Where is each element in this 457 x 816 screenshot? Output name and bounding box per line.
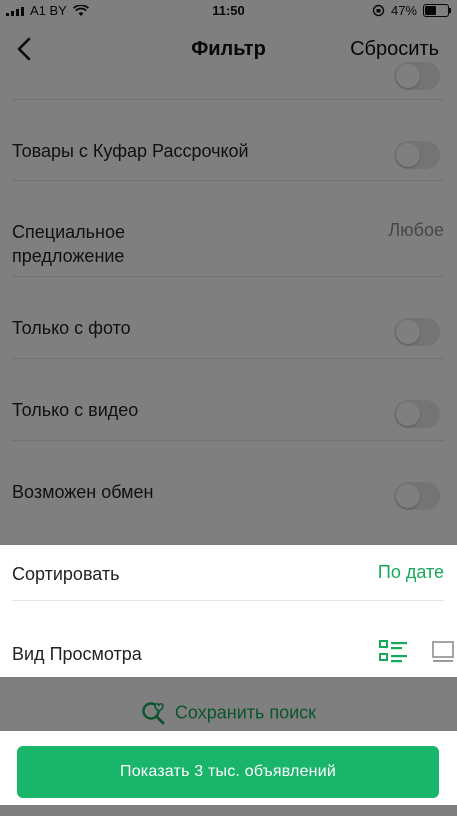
back-button[interactable] <box>10 34 40 64</box>
list-icon[interactable] <box>379 640 409 664</box>
special-offer-value: Любое <box>388 220 444 240</box>
photo-only-toggle[interactable] <box>394 318 440 346</box>
chevron-left-icon <box>17 37 31 61</box>
video-only-row[interactable]: Только с видео <box>12 398 444 428</box>
orientation-lock-icon <box>372 4 385 17</box>
status-bar: A1 BY 11:50 47% <box>0 0 457 22</box>
save-search-label: Сохранить поиск <box>174 702 317 723</box>
view-mode-switcher <box>379 640 455 664</box>
installment-row[interactable]: Товары с Куфар Рассрочкой <box>12 139 444 169</box>
search-heart-icon <box>142 702 165 725</box>
dim-overlay-top <box>0 0 457 545</box>
photo-only-row[interactable]: Только с фото <box>12 316 444 346</box>
video-only-toggle[interactable] <box>394 400 440 428</box>
partial-toggle[interactable] <box>394 62 440 90</box>
exchange-label: Возможен обмен <box>12 482 154 502</box>
dim-overlay-bottom <box>0 805 457 816</box>
exchange-row[interactable]: Возможен обмен <box>12 480 444 510</box>
reset-button[interactable]: Сбросить <box>350 38 439 61</box>
gallery-icon[interactable] <box>431 640 455 664</box>
special-offer-label-line1: Специальное <box>12 222 125 242</box>
navigation-bar: Фильтр Сбросить <box>0 22 457 76</box>
exchange-toggle[interactable] <box>394 482 440 510</box>
special-offer-label-line2: предложение <box>12 246 125 266</box>
sort-value: По дате <box>377 562 444 582</box>
special-offer-row[interactable]: Специальное предложение Любое <box>12 220 444 270</box>
installment-label: Товары с Куфар Рассрочкой <box>12 141 249 161</box>
battery-percent: 47% <box>390 3 417 18</box>
save-search-button[interactable]: Сохранить поиск <box>0 700 457 726</box>
battery-icon <box>423 4 451 17</box>
show-results-button[interactable]: Показать 3 тыс. объявлений <box>17 746 439 798</box>
installment-toggle[interactable] <box>394 141 440 169</box>
sort-row[interactable]: Сортировать По дате <box>12 562 444 592</box>
photo-only-label: Только с фото <box>12 318 131 338</box>
video-only-label: Только с видео <box>12 400 139 420</box>
